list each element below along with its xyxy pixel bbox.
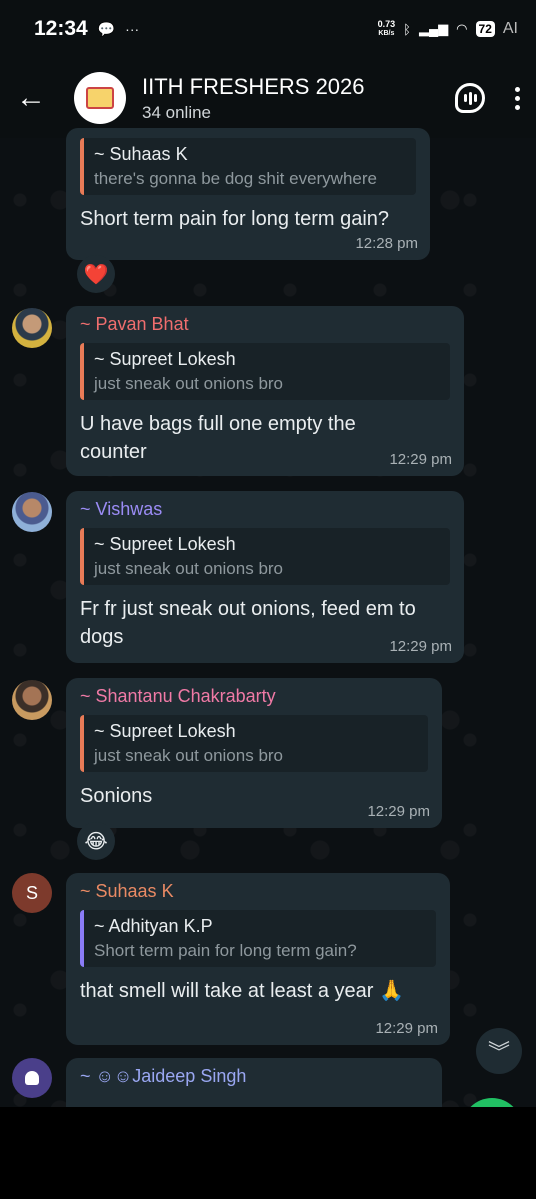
message-bubble[interactable]: ~ Suhaas K there's gonna be dog shit eve… <box>66 128 430 260</box>
message-time: 12:29 pm <box>367 803 430 820</box>
quote-sender: ~ Suhaas K <box>94 144 188 164</box>
status-bar: 12:34 💬 ··· 0.73 KB/s ᛒ ▂▄▆ ◠ 72 AI <box>0 0 536 58</box>
voice-chat-icon[interactable] <box>455 83 485 113</box>
message-text: U have bags full one empty the counter <box>80 413 356 463</box>
reaction-badge[interactable]: ❤️ <box>77 255 115 293</box>
more-vert-icon[interactable] <box>515 86 520 110</box>
status-time: 12:34 <box>34 17 88 40</box>
message-bubble[interactable]: ~ ☺☺Jaideep Singh <box>66 1058 442 1107</box>
more-notifications-icon: ··· <box>125 21 140 37</box>
quote-sender: ~ Supreet Lokesh <box>94 349 236 369</box>
message-time: 12:29 pm <box>389 451 452 468</box>
quote-text: Short term pain for long term gain? <box>94 941 357 960</box>
quote-sender: ~ Supreet Lokesh <box>94 721 236 741</box>
group-avatar[interactable] <box>74 72 126 124</box>
quote-text: just sneak out onions bro <box>94 374 284 393</box>
group-info[interactable]: IITH FRESHERS 2026 34 online <box>142 74 365 123</box>
quoted-message[interactable]: ~ Suhaas K there's gonna be dog shit eve… <box>80 138 416 195</box>
message-bubble[interactable]: ~ Pavan Bhat ~ Supreet Lokesh just sneak… <box>66 306 464 476</box>
message-notification-icon: 💬 <box>97 20 116 37</box>
quoted-message[interactable]: ~ Adhityan K.P Short term pain for long … <box>80 910 436 967</box>
sender-name[interactable]: ~ ☺☺Jaideep Singh <box>80 1066 428 1087</box>
message-bubble[interactable]: ~ Suhaas K ~ Adhityan K.P Short term pai… <box>66 873 450 1045</box>
reaction-badge[interactable]: 😂 <box>77 822 115 860</box>
avatar[interactable] <box>12 680 52 720</box>
quote-text: there's gonna be dog shit everywhere <box>94 169 377 188</box>
quote-sender: ~ Adhityan K.P <box>94 916 213 936</box>
message-text: that smell will take at least a year 🙏 <box>80 980 404 1002</box>
sender-name[interactable]: ~ Vishwas <box>80 499 450 520</box>
sender-name[interactable]: ~ Suhaas K <box>80 881 436 902</box>
quote-text: just sneak out onions bro <box>94 559 284 578</box>
ai-label: AI <box>502 20 518 37</box>
wifi-icon: ◠ <box>456 21 468 36</box>
battery-indicator: 72 <box>475 21 495 37</box>
avatar[interactable]: S <box>12 873 52 913</box>
group-logo-icon <box>86 87 114 109</box>
avatar[interactable] <box>12 492 52 532</box>
back-arrow-icon[interactable]: ← <box>16 81 56 115</box>
quote-sender: ~ Supreet Lokesh <box>94 534 236 554</box>
quoted-message[interactable]: ~ Supreet Lokesh just sneak out onions b… <box>80 528 450 585</box>
avatar[interactable] <box>12 1058 52 1098</box>
message-bubble[interactable]: ~ Shantanu Chakrabarty ~ Supreet Lokesh … <box>66 678 442 828</box>
screen-bottom-black <box>0 1107 536 1199</box>
chat-screen: 12:34 💬 ··· 0.73 KB/s ᛒ ▂▄▆ ◠ 72 AI ← II… <box>0 0 536 1107</box>
quoted-message[interactable]: ~ Supreet Lokesh just sneak out onions b… <box>80 715 428 772</box>
message-time: 12:29 pm <box>389 638 452 655</box>
message-time: 12:28 pm <box>355 235 418 252</box>
quoted-message[interactable]: ~ Supreet Lokesh just sneak out onions b… <box>80 343 450 400</box>
signal-icon: ▂▄▆ <box>418 21 449 36</box>
chat-header: ← IITH FRESHERS 2026 34 online <box>0 58 536 138</box>
message-bubble[interactable]: ~ Vishwas ~ Supreet Lokesh just sneak ou… <box>66 491 464 663</box>
quote-text: just sneak out onions bro <box>94 746 284 765</box>
sender-name[interactable]: ~ Shantanu Chakrabarty <box>80 686 428 707</box>
net-speed: 0.73 KB/s <box>377 19 396 38</box>
online-count: 34 online <box>142 102 212 122</box>
default-user-icon <box>25 1071 39 1085</box>
avatar[interactable] <box>12 308 52 348</box>
message-text: Short term pain for long term gain? <box>80 208 390 230</box>
bluetooth-icon: ᛒ <box>403 21 411 37</box>
group-title: IITH FRESHERS 2026 <box>142 73 365 99</box>
message-time: 12:29 pm <box>375 1020 438 1037</box>
scroll-down-icon[interactable]: ︾ <box>476 1028 522 1074</box>
sender-name[interactable]: ~ Pavan Bhat <box>80 314 450 335</box>
